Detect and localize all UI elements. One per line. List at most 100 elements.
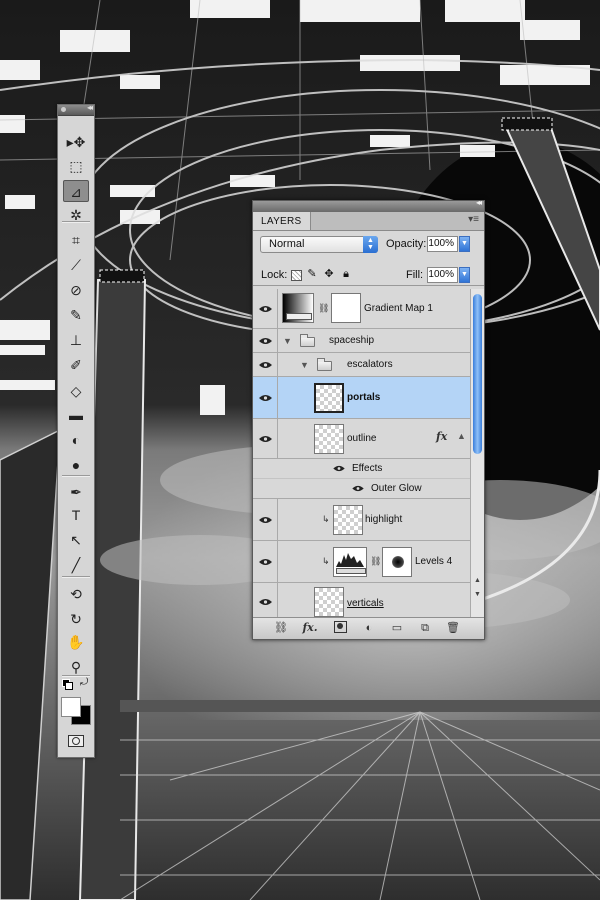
disclosure-triangle-icon[interactable]: ▼ [283,336,292,346]
collapse-icon[interactable]: ◂◂ [87,103,93,112]
layer-name: Levels 4 [415,556,453,567]
mask-thumbnail[interactable] [382,547,412,577]
history-brush-icon[interactable]: ✐ [63,354,89,376]
layers-bottom-toolbar: ⛓ fx. ◐ ▭ ⧉ 🗑︎ [253,617,484,639]
panel-menu-icon[interactable]: ▾≡ [468,214,479,225]
tools-titlebar[interactable]: ◂◂ [58,103,94,116]
layer-name: outline [347,433,377,444]
visibility-eye-icon[interactable] [253,541,278,582]
new-group-icon[interactable]: ▭ [389,621,405,635]
new-adjustment-layer-icon[interactable]: ◐ [361,621,377,635]
clone-stamp-icon[interactable]: ⊥ [63,329,89,351]
collapse-icon[interactable]: ◂◂ [476,198,482,207]
new-layer-icon[interactable]: ⧉ [417,621,433,635]
scrollbar-thumb[interactable] [473,294,482,454]
visibility-eye-icon[interactable] [352,485,364,492]
blend-mode-select[interactable]: Normal ▲ ▼ [260,236,378,253]
polygonal-lasso-icon[interactable]: ⊿ [63,180,89,202]
tool-separator [62,475,90,477]
eyedropper-icon[interactable]: ⟋ [63,254,89,276]
quick-mask-icon[interactable] [68,735,84,747]
effects-label: Effects [352,463,383,474]
layer-effects-row[interactable]: Effects [253,459,470,479]
close-icon[interactable] [61,107,66,112]
pen-icon[interactable]: ✒ [63,481,89,503]
layer-name: verticals [347,598,384,609]
layers-scrollbar[interactable]: ▲ ▼ [470,289,484,619]
visibility-eye-icon[interactable] [253,353,278,376]
tab-layers[interactable]: LAYERS [253,212,311,230]
visibility-eye-icon[interactable] [333,465,345,472]
3d-rotate-icon[interactable]: ⟲ [63,583,89,605]
visibility-eye-icon[interactable] [253,499,278,540]
dodge-icon[interactable]: ● [63,454,89,476]
layer-group-spaceship[interactable]: ▼ spaceship [253,329,470,353]
visibility-eye-icon[interactable] [253,419,278,458]
layer-name: spaceship [329,335,375,346]
spot-healing-icon[interactable]: ⊘ [63,279,89,301]
fill-dropdown-icon[interactable]: ▼ [459,267,470,283]
clipping-arrow-icon: ↳ [322,556,330,566]
eye-column [253,479,278,498]
type-icon[interactable]: T [63,504,89,526]
mask-thumbnail[interactable] [331,293,361,323]
link-chain-icon[interactable]: ⛓ [370,556,381,567]
marquee-icon[interactable]: ⬚ [63,155,89,177]
layer-row-outline[interactable]: outline fx ▲ [253,419,470,459]
layer-row-levels[interactable]: ↳ ⛓ Levels 4 [253,541,470,583]
layer-thumbnail [314,383,344,413]
lock-image-icon[interactable]: ✎ [306,268,318,280]
visibility-eye-icon[interactable] [253,329,278,352]
gradient-icon[interactable]: ▬ [63,404,89,426]
layer-thumbnail [314,424,344,454]
fill-input[interactable]: 100% [427,267,458,283]
opacity-dropdown-icon[interactable]: ▼ [459,236,470,252]
line-icon[interactable]: ╱ [63,554,89,576]
layer-row-portals[interactable]: portals [253,377,470,419]
lock-position-icon[interactable]: ✥ [323,268,335,280]
layer-name: escalators [347,359,393,370]
outer-glow-effect-row[interactable]: Outer Glow [253,479,470,499]
add-layer-style-icon[interactable]: fx. [302,621,318,635]
lock-label: Lock: [261,269,288,281]
layer-row-gradient-map[interactable]: ⛓ Gradient Map 1 [253,289,470,329]
3d-orbit-icon[interactable]: ↻ [63,608,89,630]
brush-icon[interactable]: ✎ [63,304,89,326]
select-stepper-icon: ▲ ▼ [363,236,378,253]
swap-colors-icon[interactable]: ⤾ [80,677,88,688]
layer-group-escalators[interactable]: ▼ escalators [253,353,470,377]
lock-all-icon[interactable]: 🔒︎ [340,268,352,280]
scroll-down-icon[interactable]: ▼ [472,591,483,598]
layer-thumbnail [314,587,344,617]
tool-separator [62,221,90,223]
tools-palette: ◂◂ ▸✥ ⬚ ⊿ ✲ ⌗ ⟋ ⊘ ✎ ⊥ ✐ ◇ ▬ ◐ ● ✒ T ↖ ╱ ⟲ ↻ ✋ ⚲ ⤾ [57,103,95,758]
link-chain-icon[interactable]: ⛓ [318,303,329,314]
path-selection-icon[interactable]: ↖ [63,529,89,551]
scroll-up-icon[interactable]: ▲ [472,577,483,584]
layer-name: highlight [365,514,403,525]
levels-adjustment-thumbnail [333,547,367,577]
layer-row-verticals[interactable]: verticals [253,583,470,619]
foreground-color-swatch[interactable] [61,697,81,717]
blur-icon[interactable]: ◐ [63,429,89,451]
effect-name: Outer Glow [371,483,422,494]
layer-row-highlight[interactable]: ↳ highlight [253,499,470,541]
layer-name: portals [347,392,381,403]
move-icon[interactable]: ▸✥ [63,131,89,153]
disclosure-triangle-icon[interactable]: ▼ [300,360,309,370]
visibility-eye-icon[interactable] [253,377,278,418]
add-mask-icon[interactable] [332,621,348,635]
panel-titlebar[interactable]: ◂◂ [253,198,484,212]
opacity-input[interactable]: 100% [427,236,458,252]
hand-icon[interactable]: ✋ [63,631,89,653]
effects-toggle-icon[interactable]: ▲ [457,431,466,441]
crop-icon[interactable]: ⌗ [63,229,89,251]
lock-transparent-icon[interactable] [291,270,302,281]
visibility-eye-icon[interactable] [253,583,278,619]
default-colors-icon[interactable] [62,679,73,690]
eraser-icon[interactable]: ◇ [63,380,89,402]
link-layers-icon[interactable]: ⛓ [273,621,289,635]
layer-effects-fx-icon[interactable]: fx [436,430,447,443]
visibility-eye-icon[interactable] [253,289,278,328]
trash-icon[interactable]: 🗑︎ [445,621,461,635]
